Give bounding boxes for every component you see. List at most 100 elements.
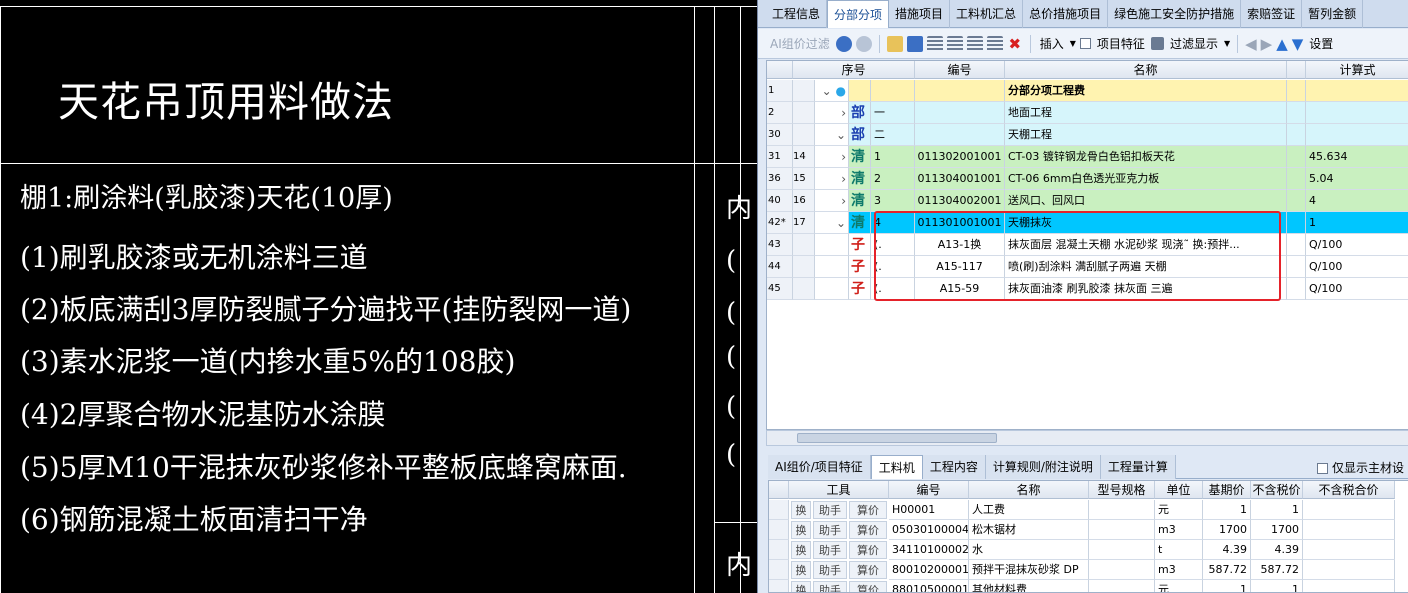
table-row[interactable]: 30 ⌄ 部二 天棚工程	[767, 124, 1408, 146]
table-row[interactable]: 31 14 › 清 1 011302001001 CT-03 镀锌钢龙骨白色铝扣板天花 45.…	[767, 146, 1408, 168]
lheader-name[interactable]: 名称	[969, 481, 1089, 499]
material-code[interactable]: 05030100004	[889, 520, 969, 540]
row-code[interactable]: 011304002001	[915, 190, 1005, 212]
material-name[interactable]: 其他材料费	[969, 580, 1089, 592]
material-spec[interactable]	[1089, 560, 1155, 580]
calc-price-button[interactable]: 算价	[849, 501, 887, 519]
row-name[interactable]: 天棚工程	[1005, 124, 1287, 146]
scrollbar-thumb[interactable]	[797, 433, 997, 443]
material-unit[interactable]: 元	[1155, 500, 1203, 520]
material-ex-tax-total[interactable]	[1303, 580, 1395, 592]
filter-dropdown-icon[interactable]: ▼	[1224, 39, 1230, 48]
lheader-unit[interactable]: 单位	[1155, 481, 1203, 499]
assistant-button[interactable]: 助手	[813, 521, 847, 539]
replace-button[interactable]: 换	[791, 541, 811, 559]
row-expr[interactable]	[1306, 80, 1408, 102]
row-expr[interactable]: 1	[1306, 212, 1408, 234]
material-row[interactable]: 换助手 算价 88010500001 其他材料费元 1 1	[769, 580, 1408, 592]
tab-subdivision-items[interactable]: 分部分项	[827, 0, 890, 28]
material-ex-tax-price[interactable]: 587.72	[1251, 560, 1303, 580]
row-expr[interactable]: 5.04	[1306, 168, 1408, 190]
tree-toggle-icon[interactable]	[815, 256, 849, 278]
header-code[interactable]: 编号	[915, 61, 1005, 79]
edit-icon[interactable]	[886, 35, 903, 52]
tree-toggle-icon[interactable]: ⌄ ●	[815, 80, 849, 102]
replace-button[interactable]: 换	[791, 581, 811, 592]
settings-button[interactable]: 设置	[1307, 35, 1335, 52]
material-base-price[interactable]: 1	[1203, 500, 1251, 520]
lheader-base[interactable]: 基期价	[1203, 481, 1251, 499]
level-icon[interactable]	[986, 35, 1003, 52]
row-selector[interactable]	[769, 540, 789, 560]
tab-ai-pricing[interactable]: AI组价/项目特征	[768, 455, 871, 479]
material-ex-tax-price[interactable]: 1700	[1251, 520, 1303, 540]
outline-icon[interactable]	[966, 35, 983, 52]
row-selector[interactable]	[769, 580, 789, 592]
tab-claims[interactable]: 索赔签证	[1241, 0, 1303, 28]
material-name[interactable]: 人工费	[969, 500, 1089, 520]
material-code[interactable]: 34110100002	[889, 540, 969, 560]
row-expr[interactable]: 4	[1306, 190, 1408, 212]
tab-quantity-calc[interactable]: 工程量计算	[1100, 455, 1176, 479]
tree-toggle-icon[interactable]: ›	[815, 146, 849, 168]
row-code[interactable]	[915, 124, 1005, 146]
tab-material-summary[interactable]: 工料机汇总	[950, 0, 1024, 28]
material-spec[interactable]	[1089, 520, 1155, 540]
row-expr[interactable]: Q/100	[1306, 278, 1408, 300]
table-row[interactable]: 2 › 部一 地面工程	[767, 102, 1408, 124]
row-code[interactable]: 011304001001	[915, 168, 1005, 190]
material-base-price[interactable]: 587.72	[1203, 560, 1251, 580]
only-main-checkbox[interactable]	[1317, 463, 1329, 474]
table-row[interactable]: 36 15 › 清 2 011304001001 CT-06 6mm白色透光亚克力板 5.04	[767, 168, 1408, 190]
material-unit[interactable]: m3	[1155, 520, 1203, 540]
material-name[interactable]: 松木锯材	[969, 520, 1089, 540]
horizontal-scrollbar[interactable]	[766, 430, 1408, 446]
arrow-down-icon[interactable]: ▼	[1292, 35, 1304, 53]
lheader-code[interactable]: 编号	[889, 481, 969, 499]
tab-project-info[interactable]: 工程信息	[766, 0, 828, 28]
row-selector[interactable]	[769, 520, 789, 540]
material-code[interactable]: 80010200001	[889, 560, 969, 580]
material-unit[interactable]: t	[1155, 540, 1203, 560]
tree-toggle-icon[interactable]	[815, 278, 849, 300]
material-row[interactable]: 换助手 算价 H00001 人工费元 1 1	[769, 500, 1408, 520]
table-row[interactable]: 1 ⌄ ● 分部分项工程费	[767, 80, 1408, 102]
tab-green-construction[interactable]: 绿色施工安全防护措施	[1108, 0, 1242, 28]
tree-toggle-icon[interactable]	[815, 234, 849, 256]
material-ex-tax-total[interactable]	[1303, 520, 1395, 540]
material-row[interactable]: 换助手 算价 05030100004 松木锯材 m3 1700 1700	[769, 520, 1408, 540]
lheader-ex-tax-total[interactable]: 不含税合价	[1303, 481, 1395, 499]
row-name[interactable]: 分部分项工程费	[1005, 80, 1287, 102]
only-main-material-toggle[interactable]: 仅显示主材设	[1317, 459, 1404, 476]
undo-icon[interactable]	[835, 35, 852, 52]
row-code[interactable]: 011302001001	[915, 146, 1005, 168]
replace-button[interactable]: 换	[791, 521, 811, 539]
row-expr[interactable]: Q/100	[1306, 256, 1408, 278]
item-feature-checkbox[interactable]	[1079, 38, 1091, 49]
delete-icon[interactable]: ✖	[1007, 36, 1023, 52]
assistant-button[interactable]: 助手	[813, 561, 847, 579]
redo-icon[interactable]	[855, 35, 872, 52]
table-row[interactable]: 40 16 › 清 3 011304002001 送风口、回风口 4	[767, 190, 1408, 212]
row-expr[interactable]: 45.634	[1306, 146, 1408, 168]
material-row[interactable]: 换助手 算价 34110100002 水 t 4.39 4.39	[769, 540, 1408, 560]
lheader-tool[interactable]: 工具	[789, 481, 889, 499]
material-spec[interactable]	[1089, 580, 1155, 592]
row-name[interactable]: 地面工程	[1005, 102, 1287, 124]
arrow-left-icon[interactable]: ◀	[1245, 35, 1257, 53]
insert-button[interactable]: 插入	[1038, 35, 1066, 52]
ai-filter-button[interactable]: AI组价过滤	[768, 35, 832, 52]
material-code[interactable]: H00001	[889, 500, 969, 520]
tab-total-price-measures[interactable]: 总价措施项目	[1023, 0, 1109, 28]
material-ex-tax-total[interactable]	[1303, 500, 1395, 520]
tree-toggle-icon[interactable]: ⌄	[815, 212, 849, 234]
tab-measure-items[interactable]: 措施项目	[889, 0, 951, 28]
assistant-button[interactable]: 助手	[813, 541, 847, 559]
assistant-button[interactable]: 助手	[813, 581, 847, 592]
header-expr[interactable]: 计算式	[1306, 61, 1408, 79]
tree-toggle-icon[interactable]: ›	[815, 102, 849, 124]
row-expr[interactable]	[1306, 124, 1408, 146]
row-selector[interactable]	[769, 560, 789, 580]
indent-right-icon[interactable]	[946, 35, 963, 52]
indent-left-icon[interactable]	[926, 35, 943, 52]
